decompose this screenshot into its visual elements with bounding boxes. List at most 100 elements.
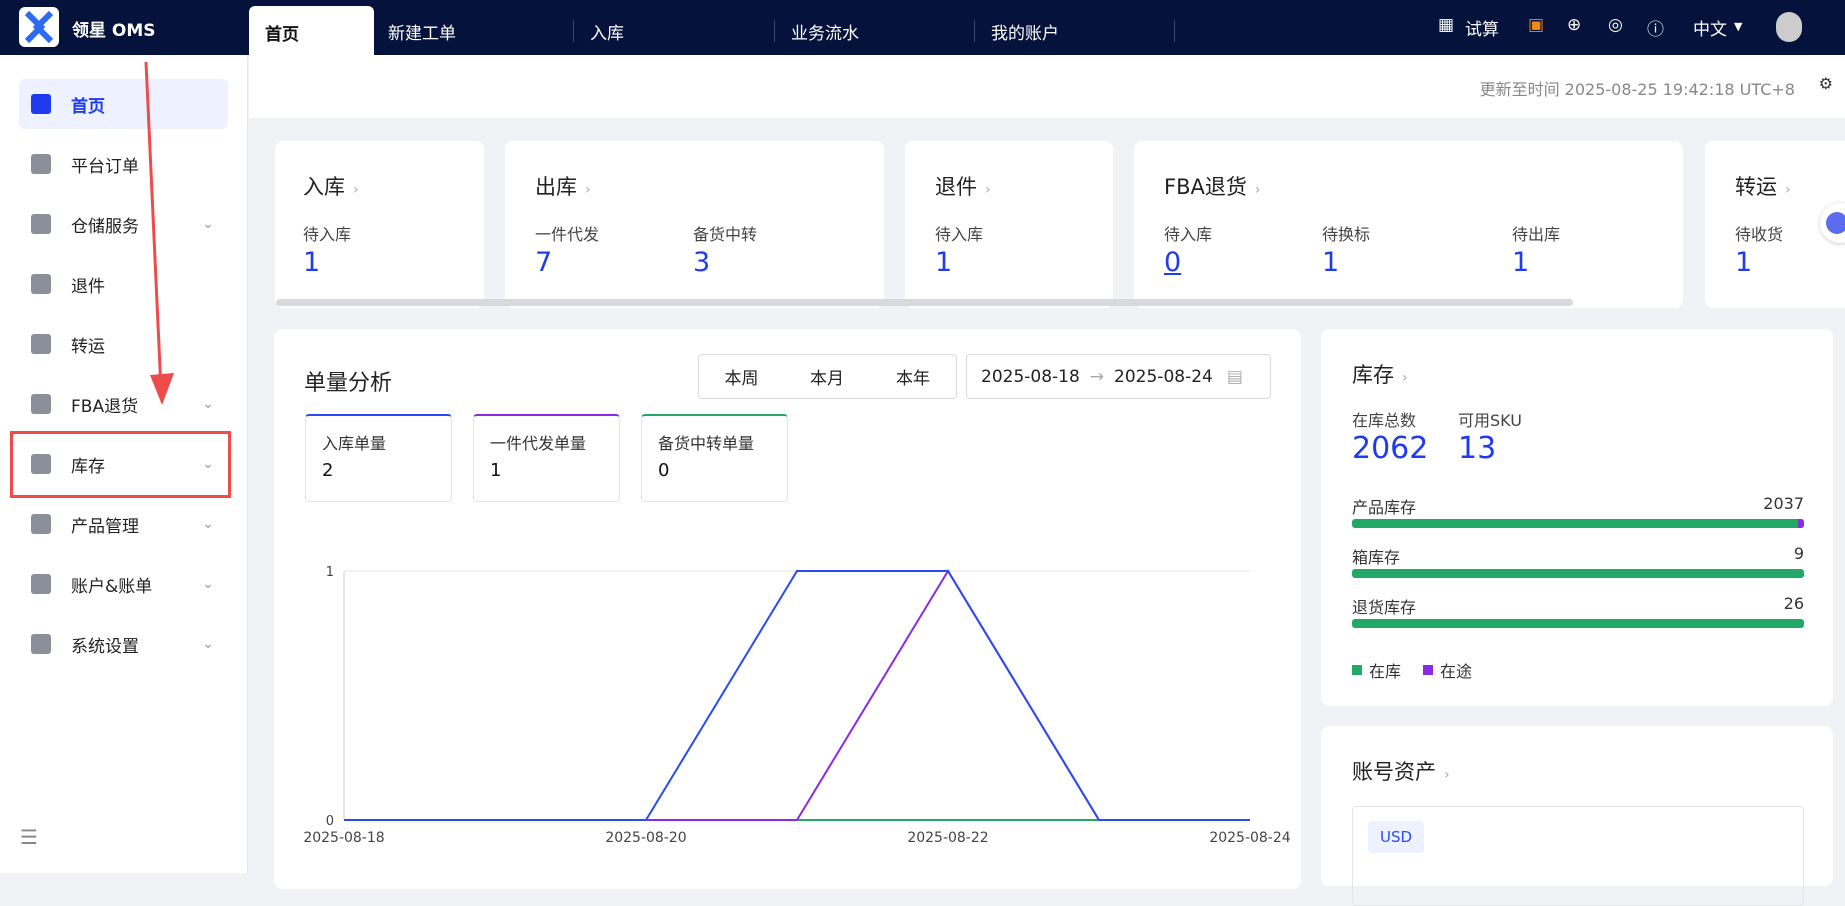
x-tick-label: 2025-08-18 bbox=[303, 830, 384, 846]
sidebar-item-label: 仓储服务 bbox=[71, 216, 139, 237]
sidebar-item-products[interactable]: 产品管理 ⌄ bbox=[19, 499, 228, 549]
card-label: 待入库 bbox=[1164, 225, 1213, 244]
inventory-panel: 库存 › 在库总数 2062 可用SKU 13 产品库存 2037 箱库存 9 退… bbox=[1321, 329, 1833, 706]
chevron-right-icon: › bbox=[353, 182, 359, 198]
logo bbox=[19, 7, 59, 47]
card-value[interactable]: 3 bbox=[693, 247, 710, 278]
tab-business-flow[interactable]: 业务流水 bbox=[775, 0, 974, 55]
tab-my-account[interactable]: 我的账户 bbox=[975, 0, 1174, 55]
warehouse-icon bbox=[31, 214, 51, 234]
chevron-down-icon: ▼ bbox=[1734, 20, 1743, 33]
tab-inbound[interactable]: 入库 bbox=[574, 0, 773, 55]
bar-label: 退货库存 bbox=[1352, 598, 1417, 617]
card-value[interactable]: 1 bbox=[1512, 247, 1529, 278]
chevron-down-icon: ⌄ bbox=[202, 516, 214, 532]
sidebar-item-label: 账户&账单 bbox=[71, 576, 153, 597]
assets-panel: 账号资产 › USD bbox=[1321, 726, 1833, 906]
sidebar-item-returns[interactable]: 退件 bbox=[19, 259, 228, 309]
robot-icon[interactable]: ▣ bbox=[1528, 15, 1544, 35]
sidebar-item-fba-returns[interactable]: FBA退货 ⌄ bbox=[19, 379, 228, 429]
trial-button[interactable]: 试算 bbox=[1465, 15, 1499, 40]
order-analysis-panel: 单量分析 本周 本月 本年 2025-08-18 → 2025-08-24 ▤ … bbox=[274, 329, 1301, 889]
sidebar-item-warehouse-service[interactable]: 仓储服务 ⌄ bbox=[19, 199, 228, 249]
tab-home[interactable]: 首页 bbox=[249, 6, 374, 55]
y-tick-label: 1 bbox=[326, 565, 334, 580]
card-outbound[interactable]: 出库 › 一件代发 7 备货中转 3 bbox=[505, 141, 884, 308]
panel-title: 账号资产 bbox=[1352, 760, 1436, 784]
sidebar-item-label: 系统设置 bbox=[71, 636, 139, 657]
legend-label: 在途 bbox=[1440, 662, 1473, 681]
card-returns[interactable]: 退件 › 待入库 1 bbox=[905, 141, 1113, 308]
gear-icon bbox=[31, 634, 51, 654]
card-value[interactable]: 1 bbox=[303, 247, 320, 278]
card-title: 退件 bbox=[935, 175, 977, 199]
in-transit-segment bbox=[1798, 519, 1804, 528]
settings-icon[interactable]: ◎ bbox=[1608, 15, 1623, 35]
horizontal-scrollbar[interactable] bbox=[276, 299, 1573, 306]
sidebar-item-settings[interactable]: 系统设置 ⌄ bbox=[19, 619, 228, 669]
currency-chip[interactable]: USD bbox=[1368, 821, 1425, 853]
sidebar-item-label: 产品管理 bbox=[71, 516, 139, 537]
x-tick-label: 2025-08-24 bbox=[1209, 830, 1290, 846]
total-label: 在库总数 bbox=[1352, 411, 1417, 430]
series-line bbox=[344, 570, 1250, 821]
panel-title: 库存 bbox=[1352, 363, 1394, 387]
bar-value: 2037 bbox=[1763, 494, 1804, 513]
inventory-icon bbox=[31, 454, 51, 474]
sub-header: 更新至时间 2025-08-25 19:42:18 UTC+8 ⚙ bbox=[249, 55, 1845, 118]
sidebar-item-platform-orders[interactable]: 平台订单 bbox=[19, 139, 228, 189]
card-value[interactable]: 7 bbox=[535, 247, 552, 278]
total-value: 2062 bbox=[1352, 431, 1429, 466]
sidebar-item-billing[interactable]: 账户&账单 ⌄ bbox=[19, 559, 228, 609]
refresh-settings-icon[interactable]: ⚙ bbox=[1819, 74, 1833, 93]
card-label: 待出库 bbox=[1512, 225, 1561, 244]
card-inbound[interactable]: 入库 › 待入库 1 bbox=[275, 141, 484, 308]
sidebar-item-label: FBA退货 bbox=[71, 396, 139, 417]
x-tick-label: 2025-08-20 bbox=[605, 830, 686, 846]
sidebar-item-label: 平台订单 bbox=[71, 156, 139, 177]
box-stock-bar bbox=[1352, 569, 1804, 578]
sku-value: 13 bbox=[1458, 431, 1497, 466]
help-icon[interactable]: ⓘ bbox=[1647, 15, 1664, 40]
collapse-menu-icon[interactable]: ☰ bbox=[20, 825, 38, 849]
chevron-down-icon: ⌄ bbox=[202, 216, 214, 232]
card-value[interactable]: 0 bbox=[1164, 247, 1181, 278]
chevron-right-icon: › bbox=[585, 182, 591, 198]
sku-label: 可用SKU bbox=[1458, 411, 1522, 430]
language-select[interactable]: 中文 bbox=[1693, 15, 1727, 40]
card-label: 待入库 bbox=[935, 225, 984, 244]
sidebar-item-label: 退件 bbox=[71, 276, 105, 297]
avatar[interactable] bbox=[1776, 12, 1802, 42]
sidebar-item-inventory[interactable]: 库存 ⌄ bbox=[19, 439, 228, 489]
card-title: 入库 bbox=[303, 175, 345, 199]
sidebar-item-transfer[interactable]: 转运 bbox=[19, 319, 228, 369]
assets-box: USD bbox=[1352, 806, 1804, 906]
chevron-down-icon: ⌄ bbox=[202, 396, 214, 412]
card-label: 一件代发 bbox=[535, 225, 600, 244]
y-tick-label: 0 bbox=[326, 814, 334, 829]
sidebar-item-home[interactable]: 首页 bbox=[19, 79, 228, 129]
card-value[interactable]: 1 bbox=[1322, 247, 1339, 278]
chevron-right-icon: › bbox=[1444, 767, 1450, 783]
card-value[interactable]: 1 bbox=[1735, 247, 1752, 278]
chevron-right-icon: › bbox=[985, 182, 991, 198]
card-value[interactable]: 1 bbox=[935, 247, 952, 278]
inventory-legend: 在库 在途 bbox=[1352, 658, 1472, 682]
clipboard-icon bbox=[31, 154, 51, 174]
card-fba-returns[interactable]: FBA退货 › 待入库 0 待换标 1 待出库 1 bbox=[1134, 141, 1683, 308]
annotation-arrow bbox=[144, 61, 174, 405]
home-icon bbox=[31, 94, 51, 114]
tab-new-ticket[interactable]: 新建工单 bbox=[374, 0, 573, 55]
bar-label: 箱库存 bbox=[1352, 548, 1401, 567]
download-icon[interactable]: ⊕ bbox=[1567, 15, 1581, 35]
chevron-down-icon: ⌄ bbox=[202, 576, 214, 592]
chevron-right-icon: › bbox=[1402, 370, 1408, 386]
calculator-icon[interactable]: ▦ bbox=[1438, 15, 1454, 35]
update-time: 更新至时间 2025-08-25 19:42:18 UTC+8 bbox=[1479, 80, 1795, 99]
legend-label: 在库 bbox=[1369, 662, 1402, 681]
bag-icon bbox=[31, 514, 51, 534]
sidebar: 首页 平台订单 仓储服务 ⌄ 退件 转运 FBA退货 ⌄ 库存 ⌄ 产品管理 ⌄ 账户&… bbox=[0, 55, 248, 873]
card-title: 出库 bbox=[535, 175, 577, 199]
sidebar-item-label: 转运 bbox=[71, 336, 105, 357]
top-bar: 领星 OMS 首页 新建工单 入库 业务流水 我的账户 ▦ 试算 ▣ ⊕ ◎ ⓘ… bbox=[0, 0, 1845, 55]
